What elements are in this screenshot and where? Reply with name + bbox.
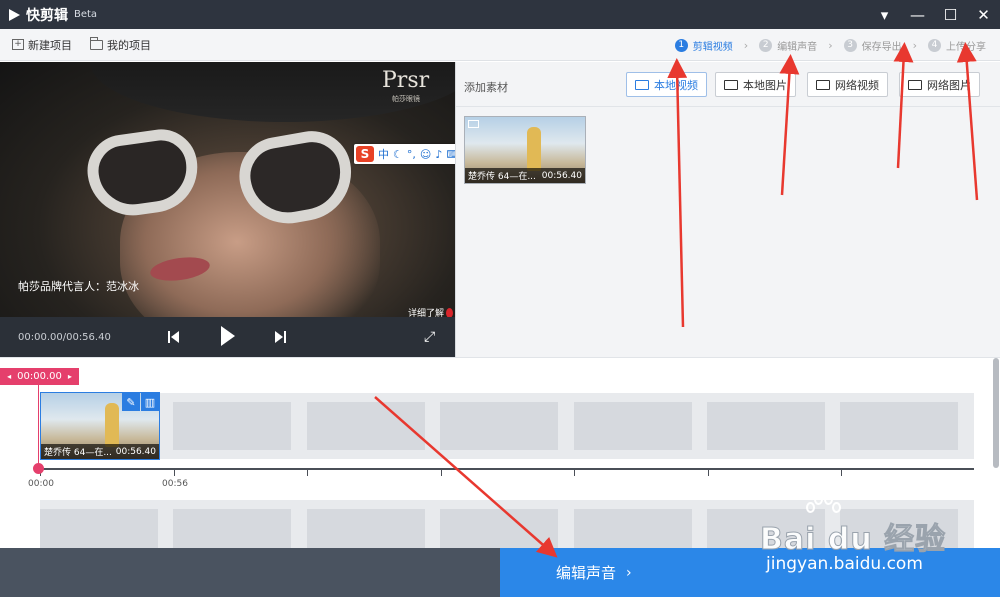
title-bar: 快剪辑 Beta ▾ — ☐ ✕ <box>0 0 1000 29</box>
video-camera-icon <box>635 79 649 90</box>
brand-subtitle: 帕莎眼镜 <box>392 95 420 103</box>
my-projects-button[interactable]: 我的项目 <box>90 36 151 53</box>
close-icon[interactable]: ✕ <box>967 0 1000 29</box>
window-controls: ▾ — ☐ ✕ <box>868 0 1000 29</box>
step-save-export[interactable]: 3 保存导出 <box>843 38 902 53</box>
media-panel: 添加素材 本地视频 本地图片 网络视频 网络图片 楚乔传 64—在... 00:… <box>455 62 1000 357</box>
smiley-icon[interactable]: ☺ <box>420 149 431 160</box>
maximize-icon[interactable]: ☐ <box>934 0 967 29</box>
step-edit-audio[interactable]: 2 编辑声音 <box>759 38 817 53</box>
playhead-handle[interactable] <box>33 463 44 474</box>
previous-icon[interactable] <box>168 330 182 344</box>
tick-label: 00:00 <box>28 479 54 489</box>
minimize-icon[interactable]: — <box>901 0 934 29</box>
play-icon[interactable] <box>221 326 235 346</box>
next-icon[interactable] <box>275 330 289 344</box>
chevron-right-icon: › <box>828 38 833 52</box>
app-window: 快剪辑 Beta ▾ — ☐ ✕ + 新建项目 我的项目 1 剪辑视频 › 2 … <box>0 0 1000 597</box>
playhead-time[interactable]: ◂ 00:00.00 ▸ <box>0 368 79 385</box>
timecode: 00:00.00/00:56.40 <box>18 331 111 343</box>
player-controls: 00:00.00/00:56.40 ⤢ <box>0 317 455 357</box>
step-navigation: 1 剪辑视频 › 2 编辑声音 › 3 保存导出 › 4 上传分享 <box>674 29 986 61</box>
app-tag: Beta <box>74 9 98 20</box>
video-track[interactable] <box>40 393 974 459</box>
timeline-clip[interactable]: ✎ ▥ 楚乔传 64—在... 00:56.40 <box>40 392 160 460</box>
web-video-icon <box>816 79 830 90</box>
watermark-url: jingyan.baidu.com <box>766 554 923 574</box>
fullscreen-icon[interactable]: ⤢ <box>424 330 438 344</box>
chevron-right-icon: › <box>626 564 632 581</box>
toolbar: + 新建项目 我的项目 1 剪辑视频 › 2 编辑声音 › 3 保存导出 › 4… <box>0 29 1000 61</box>
time-ruler[interactable] <box>40 468 974 470</box>
video-preview: Prsr 帕莎眼镜 帕莎品牌代言人：范冰冰 详细了解 S 中 ☾ °, ☺ ♪ … <box>0 62 455 357</box>
media-title: 添加素材 <box>464 81 508 94</box>
punctuation-icon[interactable]: °, <box>407 149 416 160</box>
timeline-scrollbar[interactable] <box>993 358 999 468</box>
clip-label: 楚乔传 64—在... 00:56.40 <box>465 168 585 183</box>
trash-icon[interactable]: ▥ <box>141 393 159 411</box>
keyboard-icon[interactable]: ⌨ <box>446 149 455 160</box>
new-project-button[interactable]: + 新建项目 <box>12 37 72 53</box>
edit-icon[interactable]: ✎ <box>122 393 140 411</box>
media-clip[interactable]: 楚乔传 64—在... 00:56.40 <box>464 116 586 184</box>
chevron-right-icon: › <box>743 38 749 52</box>
web-video-button[interactable]: 网络视频 <box>807 72 888 97</box>
local-image-button[interactable]: 本地图片 <box>715 72 796 97</box>
folder-icon <box>90 36 103 50</box>
ime-toolbar[interactable]: S 中 ☾ °, ☺ ♪ ⌨ ♟ ▼ ✎ <box>354 144 455 164</box>
video-type-icon <box>468 120 479 128</box>
playhead-line <box>38 385 39 471</box>
step-edit-video[interactable]: 1 剪辑视频 <box>674 38 733 53</box>
new-project-label: 新建项目 <box>28 38 72 52</box>
app-name: 快剪辑 <box>26 7 68 24</box>
play-logo-icon <box>9 8 20 21</box>
red-dot-icon <box>446 307 454 318</box>
web-image-icon <box>908 79 922 90</box>
watermark: Bai du 经验 jingyan.baidu.com <box>759 488 990 578</box>
local-video-button[interactable]: 本地视频 <box>626 72 707 97</box>
image-icon <box>724 79 738 90</box>
brand-logo: Prsr <box>382 68 430 93</box>
my-projects-label: 我的项目 <box>107 38 151 52</box>
watermark-text: Bai du 经验 <box>759 522 947 558</box>
tick-label: 00:56 <box>162 479 188 489</box>
microphone-icon[interactable]: ♪ <box>435 149 442 160</box>
chevron-right-icon: › <box>912 38 917 52</box>
clip-label: 楚乔传 64—在... 00:56.40 <box>41 444 159 459</box>
clip-tools: ✎ ▥ <box>121 393 159 411</box>
video-frame[interactable]: Prsr 帕莎眼镜 帕莎品牌代言人：范冰冰 详细了解 S 中 ☾ °, ☺ ♪ … <box>0 62 455 352</box>
sogou-logo-icon: S <box>356 146 374 162</box>
video-caption: 帕莎品牌代言人：范冰冰 <box>18 280 139 293</box>
plus-box-icon: + <box>12 39 24 50</box>
step-upload-share[interactable]: 4 上传分享 <box>928 38 986 53</box>
ime-mode[interactable]: 中 <box>378 149 389 160</box>
web-image-button[interactable]: 网络图片 <box>899 72 980 97</box>
media-header: 添加素材 本地视频 本地图片 网络视频 网络图片 <box>456 62 1000 107</box>
menu-icon[interactable]: ▾ <box>868 0 901 29</box>
moon-icon[interactable]: ☾ <box>393 149 403 160</box>
